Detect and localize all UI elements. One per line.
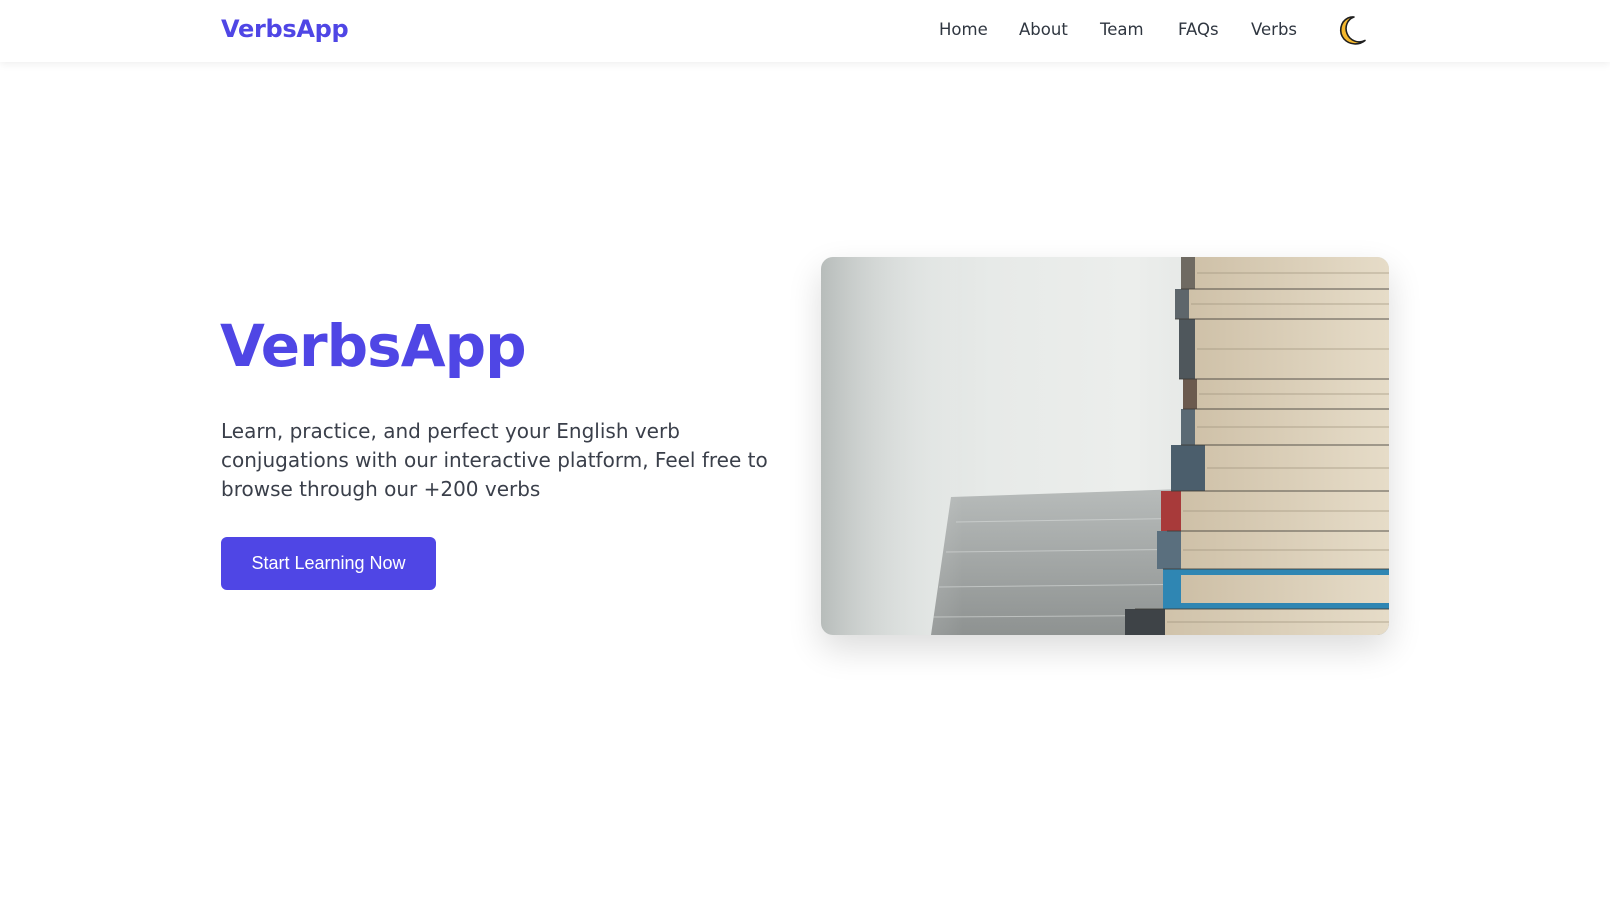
start-learning-button[interactable]: Start Learning Now (221, 537, 436, 590)
hero-title: VerbsApp (220, 312, 527, 380)
navbar: VerbsApp Home About Team FAQs Verbs (0, 0, 1610, 62)
nav-link-faqs[interactable]: FAQs (1178, 20, 1219, 39)
nav-link-team[interactable]: Team (1100, 20, 1144, 39)
moon-icon (1339, 16, 1366, 45)
nav-link-home[interactable]: Home (939, 20, 988, 39)
hero-description: Learn, practice, and perfect your Englis… (221, 419, 768, 501)
stack-of-books-illustration (821, 257, 1389, 635)
nav-link-verbs[interactable]: Verbs (1251, 20, 1297, 39)
nav-link-about[interactable]: About (1019, 20, 1068, 39)
brand-logo-link[interactable]: VerbsApp (221, 15, 349, 43)
theme-toggle-button[interactable] (1337, 14, 1371, 48)
hero-books-image (821, 257, 1389, 635)
